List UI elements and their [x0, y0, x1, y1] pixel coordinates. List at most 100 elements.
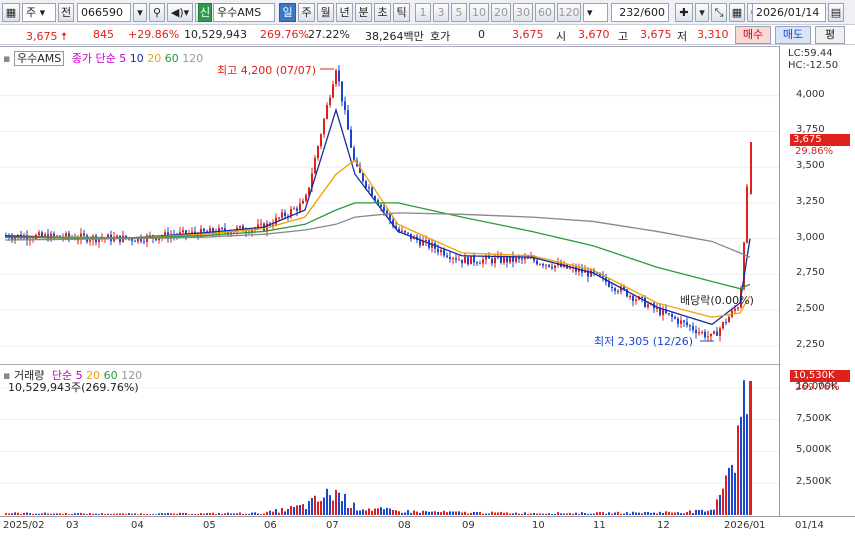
dropdown-icon[interactable]: ▾	[133, 3, 147, 22]
period-yearly[interactable]: 년	[336, 3, 353, 22]
volume-bar	[263, 513, 265, 515]
chart-tool-icon[interactable]: ⤡	[711, 3, 727, 22]
eval-button[interactable]: 평	[815, 26, 845, 44]
volume-bar	[725, 475, 727, 515]
candle-body	[470, 255, 472, 265]
volume-bar	[380, 507, 382, 515]
volume-bar	[14, 512, 16, 515]
candle-body	[425, 239, 427, 241]
volume-bar	[281, 507, 283, 515]
minute-5[interactable]: 5	[451, 3, 467, 22]
candle-body	[293, 208, 295, 210]
volume-bar	[566, 513, 568, 515]
speaker-icon[interactable]: ◀)▾	[167, 3, 193, 22]
candle-body	[707, 336, 709, 338]
candle-body	[716, 331, 718, 336]
x-label: 11	[593, 520, 606, 531]
period-second[interactable]: 초	[374, 3, 391, 22]
volume-tick-label: 2,500K	[796, 476, 832, 488]
candle-body	[632, 295, 634, 301]
minute-120[interactable]: 120	[557, 3, 581, 22]
legend-ma-label: 종가 단순	[71, 52, 116, 65]
volume-bar	[602, 512, 604, 515]
volume-bar	[56, 513, 58, 515]
x-label: 2025/02	[3, 520, 45, 531]
candle-body	[506, 257, 508, 263]
candle-body	[89, 240, 91, 242]
volume-chart-panel[interactable]: ▪ 거래량 단순 5 20 60 120 10,529,943주(269.76%…	[0, 364, 779, 516]
sell-button[interactable]: 매도	[775, 26, 811, 44]
volume-bar	[533, 512, 535, 515]
minute-20[interactable]: 20	[491, 3, 511, 22]
calendar-icon[interactable]: ▤	[828, 3, 844, 22]
chart-type2-button[interactable]: 전	[58, 3, 74, 22]
date-field[interactable]: 2026/01/14	[752, 3, 826, 22]
volume-bar	[218, 512, 220, 515]
candle-body	[296, 208, 298, 211]
volume-bar	[152, 514, 154, 515]
price-chart[interactable]	[0, 47, 779, 365]
volume-bar	[458, 511, 460, 515]
volume-bar	[203, 513, 205, 515]
ma-line-60	[4, 202, 751, 290]
custom-period-select[interactable]: ▾	[583, 3, 608, 22]
minute-30[interactable]: 30	[513, 3, 533, 22]
candle-body	[515, 257, 517, 262]
candle-body	[446, 255, 448, 257]
x-label: 03	[66, 520, 79, 531]
legend-icon: ▪	[3, 52, 11, 65]
volume-bar	[110, 513, 112, 515]
candle-body	[404, 230, 406, 233]
stock-name-field[interactable]: 우수AMS	[213, 3, 275, 22]
crosshair-icon[interactable]: ✚	[675, 3, 693, 22]
x-label: 2026/01	[724, 520, 766, 531]
buy-button[interactable]: 매수	[735, 26, 771, 44]
stock-code-input[interactable]: 066590	[77, 3, 131, 22]
volume-bar	[89, 513, 91, 515]
volume-bar	[596, 512, 598, 515]
x-label: 05	[203, 520, 216, 531]
search-icon[interactable]: ⚲	[149, 3, 165, 22]
minute-1[interactable]: 1	[415, 3, 431, 22]
volume-bar	[185, 513, 187, 515]
candle-body	[710, 333, 712, 337]
volume-bar	[296, 505, 298, 515]
count-field[interactable]: 232/600	[611, 3, 669, 22]
price-tick-label: 2,250	[796, 338, 825, 350]
volume-bar	[65, 512, 67, 515]
candle-body	[332, 84, 334, 98]
grid-icon-2[interactable]: ▦	[729, 3, 745, 22]
zoom-out-icon[interactable]: ▾	[695, 3, 709, 22]
candle-body	[641, 296, 643, 298]
volume-bar	[497, 512, 499, 515]
volume-bar	[695, 509, 697, 515]
volume-bar	[572, 513, 574, 515]
minute-60[interactable]: 60	[535, 3, 555, 22]
last-volume-pct: 269.76%	[795, 382, 840, 393]
volume-bar	[134, 513, 136, 515]
volume-bar	[623, 513, 625, 515]
candle-body	[401, 230, 403, 232]
volume-bar	[299, 505, 301, 515]
grid-icon[interactable]: ▦	[2, 3, 20, 22]
candle-body	[278, 217, 280, 219]
period-monthly[interactable]: 월	[317, 3, 334, 22]
period-weekly[interactable]: 주	[298, 3, 315, 22]
price-chart-panel[interactable]: ▪ 우수AMS 종가 단순 5 10 20 60 120 최고 4,200 (0…	[0, 46, 779, 364]
period-tick[interactable]: 틱	[393, 3, 410, 22]
candle-body	[503, 257, 505, 263]
volume-bar	[740, 416, 742, 515]
period-daily[interactable]: 일	[279, 3, 296, 22]
volume-bar	[332, 500, 334, 515]
high-price: 3,675	[640, 28, 672, 41]
volume-bar	[311, 498, 313, 515]
volume-bar	[722, 488, 724, 515]
chart-type-select[interactable]: 주 ▾	[22, 3, 56, 22]
minute-3[interactable]: 3	[433, 3, 449, 22]
volume-bar	[500, 511, 502, 515]
candle-body	[698, 332, 700, 334]
minute-10[interactable]: 10	[469, 3, 489, 22]
volume-bar	[335, 489, 337, 515]
period-minute[interactable]: 분	[355, 3, 372, 22]
volume-bar	[485, 513, 487, 515]
